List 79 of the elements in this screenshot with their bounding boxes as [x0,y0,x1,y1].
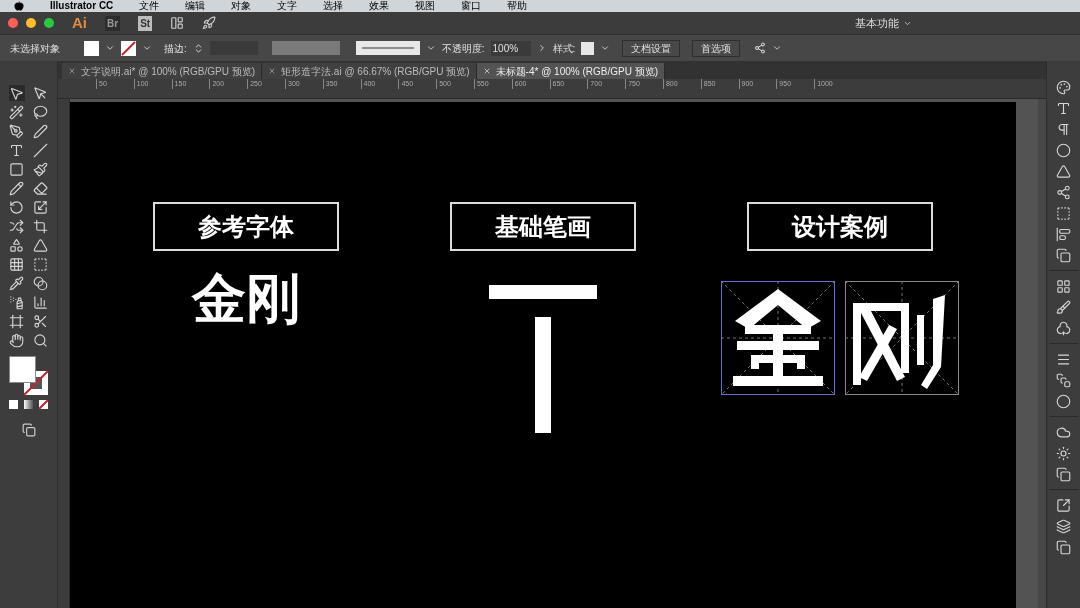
section-title: 设计案例 [747,202,933,251]
rotate-icon[interactable] [9,199,24,215]
scale-icon[interactable] [33,199,48,215]
stroke-profile-field[interactable] [355,41,420,55]
section-title: 参考字体 [153,202,339,251]
pen-icon[interactable] [33,123,48,139]
document-tab[interactable]: 未标题-4* @ 100% (RGB/GPU 预览) [476,63,665,79]
character-icon[interactable] [1056,100,1071,116]
close-icon[interactable] [482,67,491,75]
opacity-label: 不透明度: [441,41,485,56]
section-title: 基础笔画 [450,202,636,251]
menu-item[interactable]: 效果 [369,1,390,11]
fill-stroke-swatches-drawing[interactable] [8,356,49,396]
zoom-icon[interactable] [33,332,48,348]
workspace-dropdown[interactable]: 基本功能 [855,14,912,32]
paintbrush-icon[interactable] [33,161,48,177]
stroke-none-swatch[interactable] [121,40,136,56]
slice-icon[interactable] [33,313,48,329]
document-tab[interactable]: 矩形造字法.ai @ 66.67% (RGB/GPU 预览) [262,63,477,79]
gradient-mode-icon[interactable] [24,400,33,409]
chevron-icon[interactable] [105,43,115,53]
eraser-icon[interactable] [33,180,48,196]
lasso-icon[interactable] [33,104,48,120]
blend-icon[interactable] [33,275,48,291]
magic-wand-icon[interactable] [9,104,24,120]
line-tool-icon[interactable] [33,142,48,158]
pen-tool-icon[interactable] [9,123,24,139]
vertical-scrollbar[interactable] [1038,99,1046,608]
apple-icon[interactable] [14,1,24,11]
chevron-icon[interactable] [142,43,152,53]
chevron-icon[interactable] [425,43,436,53]
rocket-icon[interactable] [202,16,217,30]
selection-arrow-icon[interactable] [9,85,24,101]
layers-icon[interactable] [1056,518,1071,534]
export-icon[interactable] [1056,497,1071,513]
selection-status: 未选择对象 [10,41,60,56]
graph-icon[interactable] [33,294,48,310]
rectangle-tool-icon[interactable] [9,161,24,177]
align-icon[interactable] [1056,226,1071,242]
direct-selection-arrow-icon[interactable] [33,85,48,101]
variable-width-field[interactable] [271,41,340,55]
menu-item[interactable]: 窗口 [461,1,482,11]
document-tab[interactable]: 文字说明.ai* @ 100% (RGB/GPU 预览) [62,63,263,79]
app-launcher[interactable]: St [138,15,153,31]
fill-swatch[interactable] [84,40,99,56]
menu-item[interactable]: 编辑 [185,1,206,11]
symbol-sprayer-icon[interactable] [9,294,24,310]
paragraph-icon[interactable] [1056,121,1071,137]
chevron-icon[interactable] [772,43,783,53]
brushes-icon[interactable] [1056,299,1071,315]
close-icon[interactable] [68,67,76,75]
palette-icon[interactable] [1056,79,1071,95]
toolbar-button[interactable]: 首选项 [692,39,741,57]
style-swatch[interactable] [581,41,595,55]
toolbar-button[interactable]: 文档设置 [622,39,681,57]
type-tool-icon[interactable] [9,142,24,158]
none-mode-icon[interactable] [39,400,48,409]
menu-item[interactable]: 选择 [323,1,344,11]
menu-item[interactable]: 视图 [415,1,436,11]
stroke-label: 描边: [164,41,187,56]
chevron-icon[interactable] [600,43,611,53]
layout-icon[interactable] [170,16,185,30]
menu-item[interactable]: 对象 [231,1,252,11]
menu-item[interactable]: 帮助 [507,1,528,11]
color-mode-icon[interactable] [9,400,18,409]
mesh-icon[interactable] [9,256,24,272]
swatches-icon[interactable] [1056,278,1071,294]
eyedropper-icon[interactable] [9,275,24,291]
menu-item[interactable]: 文件 [139,1,160,11]
app-menu[interactable]: Illustrator CC [50,1,114,11]
pencil-icon[interactable] [9,180,24,196]
stroke-icon[interactable] [1056,351,1071,367]
reference-glyph-text: 金刚 [192,271,300,325]
close-icon[interactable] [268,67,277,75]
menu-item[interactable]: 文字 [277,1,298,11]
app-logo: Ai [72,12,87,33]
style-label: 样式: [552,41,576,56]
opacity-field[interactable]: 100% [490,40,531,56]
hand-icon[interactable] [9,332,24,348]
